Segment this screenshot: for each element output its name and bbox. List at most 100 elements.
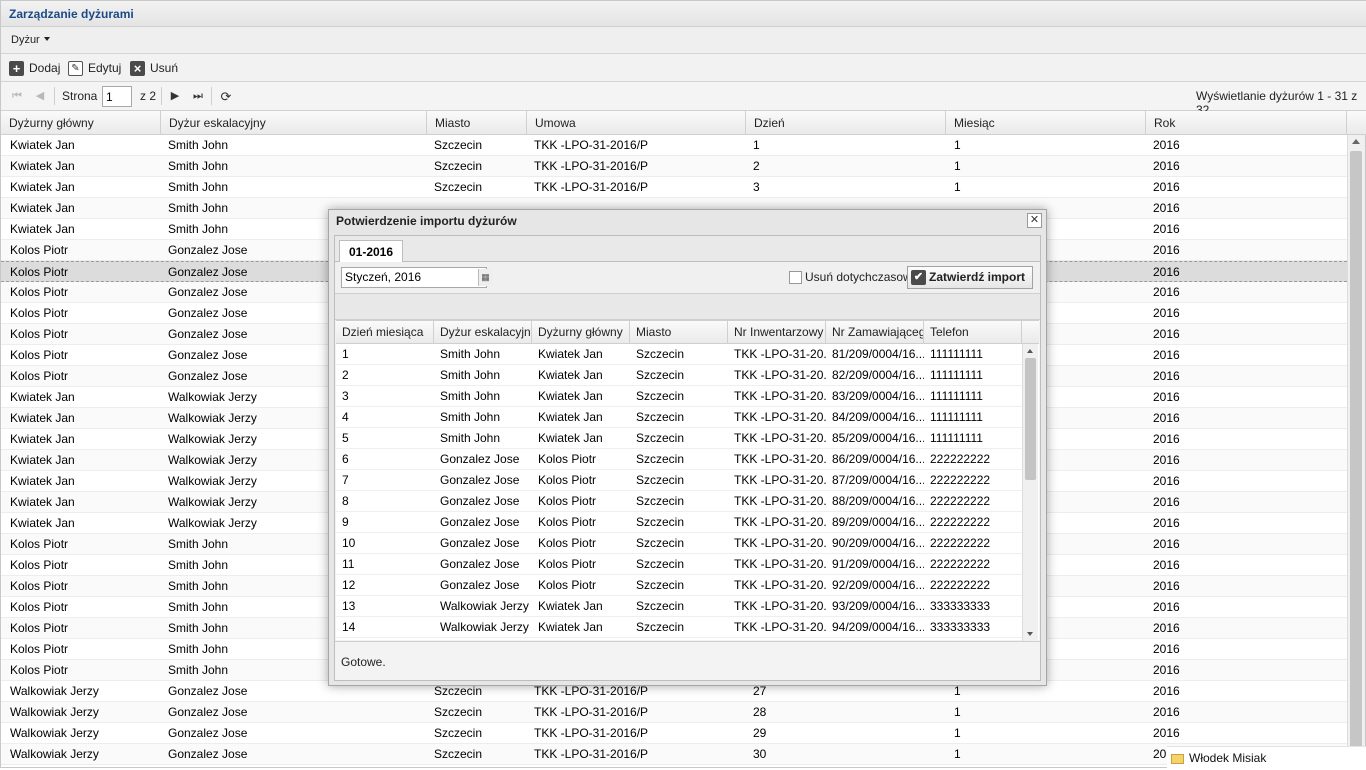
table-cell: Gonzalez Jose <box>440 515 520 529</box>
paging-toolbar: ⏮ ◀ Strona z 2 ▶ ⏭ ⟳ Wyświetlanie dyżuró… <box>1 82 1366 117</box>
table-row[interactable]: 7 Gonzalez Jose Kolos Piotr Szczecin TKK -LP… <box>336 470 1022 491</box>
import-grid-scrollbar[interactable] <box>1022 344 1038 641</box>
table-cell: Kolos Piotr <box>10 243 69 257</box>
next-page-icon[interactable]: ▶ <box>169 90 181 103</box>
table-cell: Szczecin <box>434 705 483 719</box>
edit-button[interactable]: ✎ Edytuj <box>68 59 121 77</box>
table-cell: 84/209/0004/16... <box>832 410 924 424</box>
table-cell: Kolos Piotr <box>538 557 597 571</box>
column-header[interactable]: Miasto <box>630 321 728 344</box>
table-cell: Gonzalez Jose <box>440 473 520 487</box>
add-button[interactable]: + Dodaj <box>9 59 60 77</box>
column-header[interactable]: Dyżur eskalacyjny <box>161 111 427 135</box>
table-cell: Smith John <box>168 180 229 194</box>
table-cell: Kolos Piotr <box>10 600 69 614</box>
column-header[interactable]: Dzień miesiąca <box>336 321 434 344</box>
column-header[interactable]: Telefon <box>924 321 1022 344</box>
scroll-thumb[interactable] <box>1350 151 1362 747</box>
scroll-down-icon[interactable] <box>1027 632 1033 636</box>
table-row[interactable]: Walkowiak Jerzy Gonzalez Jose Szczecin TKK … <box>1 744 1347 765</box>
table-cell: Kwiatek Jan <box>10 201 75 215</box>
scroll-thumb[interactable] <box>1025 358 1036 480</box>
table-cell: Kwiatek Jan <box>10 180 75 194</box>
scroll-up-icon[interactable] <box>1027 349 1033 353</box>
table-row[interactable]: 4 Smith John Kwiatek Jan Szczecin TKK -LPO-3… <box>336 407 1022 428</box>
table-row[interactable]: 14 Walkowiak Jerzy Kwiatek Jan Szczecin TKK … <box>336 617 1022 638</box>
column-header[interactable]: Miesiąc <box>946 111 1146 135</box>
table-cell: Walkowiak Jerzy <box>10 726 99 740</box>
table-cell: 91/209/0004/16... <box>832 557 924 571</box>
table-row[interactable]: 12 Gonzalez Jose Kolos Piotr Szczecin TKK -L… <box>336 575 1022 596</box>
table-cell: 2016 <box>1153 516 1180 530</box>
divider <box>54 87 55 105</box>
column-header[interactable]: Miasto <box>427 111 527 135</box>
grid-scrollbar[interactable] <box>1347 135 1365 765</box>
table-row[interactable]: 1 Smith John Kwiatek Jan Szczecin TKK -LPO-3… <box>336 344 1022 365</box>
table-row[interactable]: 2 Smith John Kwiatek Jan Szczecin TKK -LPO-3… <box>336 365 1022 386</box>
table-row[interactable]: Kwiatek Jan Smith John Szczecin TKK -LPO-31… <box>1 156 1347 177</box>
table-row[interactable]: 9 Gonzalez Jose Kolos Piotr Szczecin TKK -LP… <box>336 512 1022 533</box>
column-header[interactable]: Dyżurny główny <box>1 111 161 135</box>
table-cell: 2016 <box>1153 180 1180 194</box>
table-row[interactable]: 10 Gonzalez Jose Kolos Piotr Szczecin TKK -L… <box>336 533 1022 554</box>
table-row[interactable]: 5 Smith John Kwiatek Jan Szczecin TKK -LPO-3… <box>336 428 1022 449</box>
table-cell: 93/209/0004/16... <box>832 599 924 613</box>
app-window: Zarządzanie dyżurami Dyżur + Dodaj ✎ Edy… <box>0 0 1366 769</box>
table-row[interactable]: 8 Gonzalez Jose Kolos Piotr Szczecin TKK -LP… <box>336 491 1022 512</box>
table-cell: 2016 <box>1153 684 1180 698</box>
calendar-icon[interactable]: ▦ <box>478 269 492 286</box>
first-page-icon[interactable]: ⏮ <box>11 90 23 103</box>
table-cell: Szczecin <box>636 389 685 403</box>
column-header[interactable]: Dyżurny główny <box>532 321 630 344</box>
column-header[interactable]: Dyżur eskalacyjny <box>434 321 532 344</box>
delete-button[interactable]: × Usuń <box>130 59 178 77</box>
table-cell: TKK -LPO-31-20... <box>734 578 826 592</box>
table-cell: Kwiatek Jan <box>10 495 75 509</box>
table-cell: 222222222 <box>930 536 991 550</box>
confirm-import-button[interactable]: ✔ Zatwierdź import <box>907 266 1033 289</box>
table-cell: Gonzalez Jose <box>440 536 520 550</box>
table-cell: Kolos Piotr <box>10 306 69 320</box>
clear-existing-label[interactable]: Usuń dotychczasowe <box>805 270 918 284</box>
table-cell: Smith John <box>440 410 501 424</box>
column-header[interactable]: Dzień <box>746 111 946 135</box>
table-cell: 2016 <box>1153 621 1180 635</box>
table-cell: 2016 <box>1153 642 1180 656</box>
refresh-icon[interactable]: ⟳ <box>219 90 233 103</box>
scroll-up-icon[interactable] <box>1352 139 1360 144</box>
last-page-icon[interactable]: ⏭ <box>192 90 204 103</box>
table-cell: Kolos Piotr <box>10 265 69 279</box>
table-cell: 2016 <box>1153 159 1180 173</box>
table-cell: Kwiatek Jan <box>538 410 603 424</box>
table-row[interactable]: Kwiatek Jan Smith John Szczecin TKK -LPO-31… <box>1 135 1347 156</box>
table-row[interactable]: Kwiatek Jan Smith John Szczecin TKK -LPO-31… <box>1 177 1347 198</box>
column-header[interactable]: Umowa <box>527 111 746 135</box>
table-row[interactable]: 11 Gonzalez Jose Kolos Piotr Szczecin TKK -L… <box>336 554 1022 575</box>
month-picker[interactable]: Styczeń, 2016 ▦ <box>341 267 492 288</box>
table-cell: 1 <box>954 180 961 194</box>
column-header[interactable]: Nr Zamawiającego <box>826 321 924 344</box>
table-row[interactable]: 13 Walkowiak Jerzy Kwiatek Jan Szczecin TKK … <box>336 596 1022 617</box>
tab-01-2016[interactable]: 01-2016 <box>339 240 403 263</box>
clear-existing-checkbox[interactable] <box>789 271 802 284</box>
table-cell: 88/209/0004/16... <box>832 494 924 508</box>
column-header[interactable]: Rok <box>1146 111 1347 135</box>
page-number-input[interactable] <box>102 86 132 107</box>
table-cell: Kwiatek Jan <box>10 390 75 404</box>
table-cell: Kwiatek Jan <box>538 599 603 613</box>
table-cell: 111111111 <box>930 410 983 424</box>
table-cell: 1 <box>954 159 961 173</box>
menu-duty[interactable]: Dyżur <box>11 34 50 46</box>
table-cell: TKK -LPO-31-2016/P <box>534 747 649 761</box>
close-icon[interactable]: ✕ <box>1027 213 1042 228</box>
table-row[interactable]: 6 Gonzalez Jose Kolos Piotr Szczecin TKK -LP… <box>336 449 1022 470</box>
table-cell: Gonzalez Jose <box>168 747 248 761</box>
table-row[interactable]: 3 Smith John Kwiatek Jan Szczecin TKK -LPO-3… <box>336 386 1022 407</box>
table-cell: Gonzalez Jose <box>440 452 520 466</box>
user-indicator[interactable]: Włodek Misiak <box>1167 746 1366 769</box>
table-row[interactable]: Walkowiak Jerzy Gonzalez Jose Szczecin TKK … <box>1 723 1347 744</box>
table-cell: 3 <box>342 389 349 403</box>
table-row[interactable]: Walkowiak Jerzy Gonzalez Jose Szczecin TKK … <box>1 702 1347 723</box>
column-header[interactable]: Nr Inwentarzowy <box>728 321 826 344</box>
prev-page-icon[interactable]: ◀ <box>34 90 46 103</box>
